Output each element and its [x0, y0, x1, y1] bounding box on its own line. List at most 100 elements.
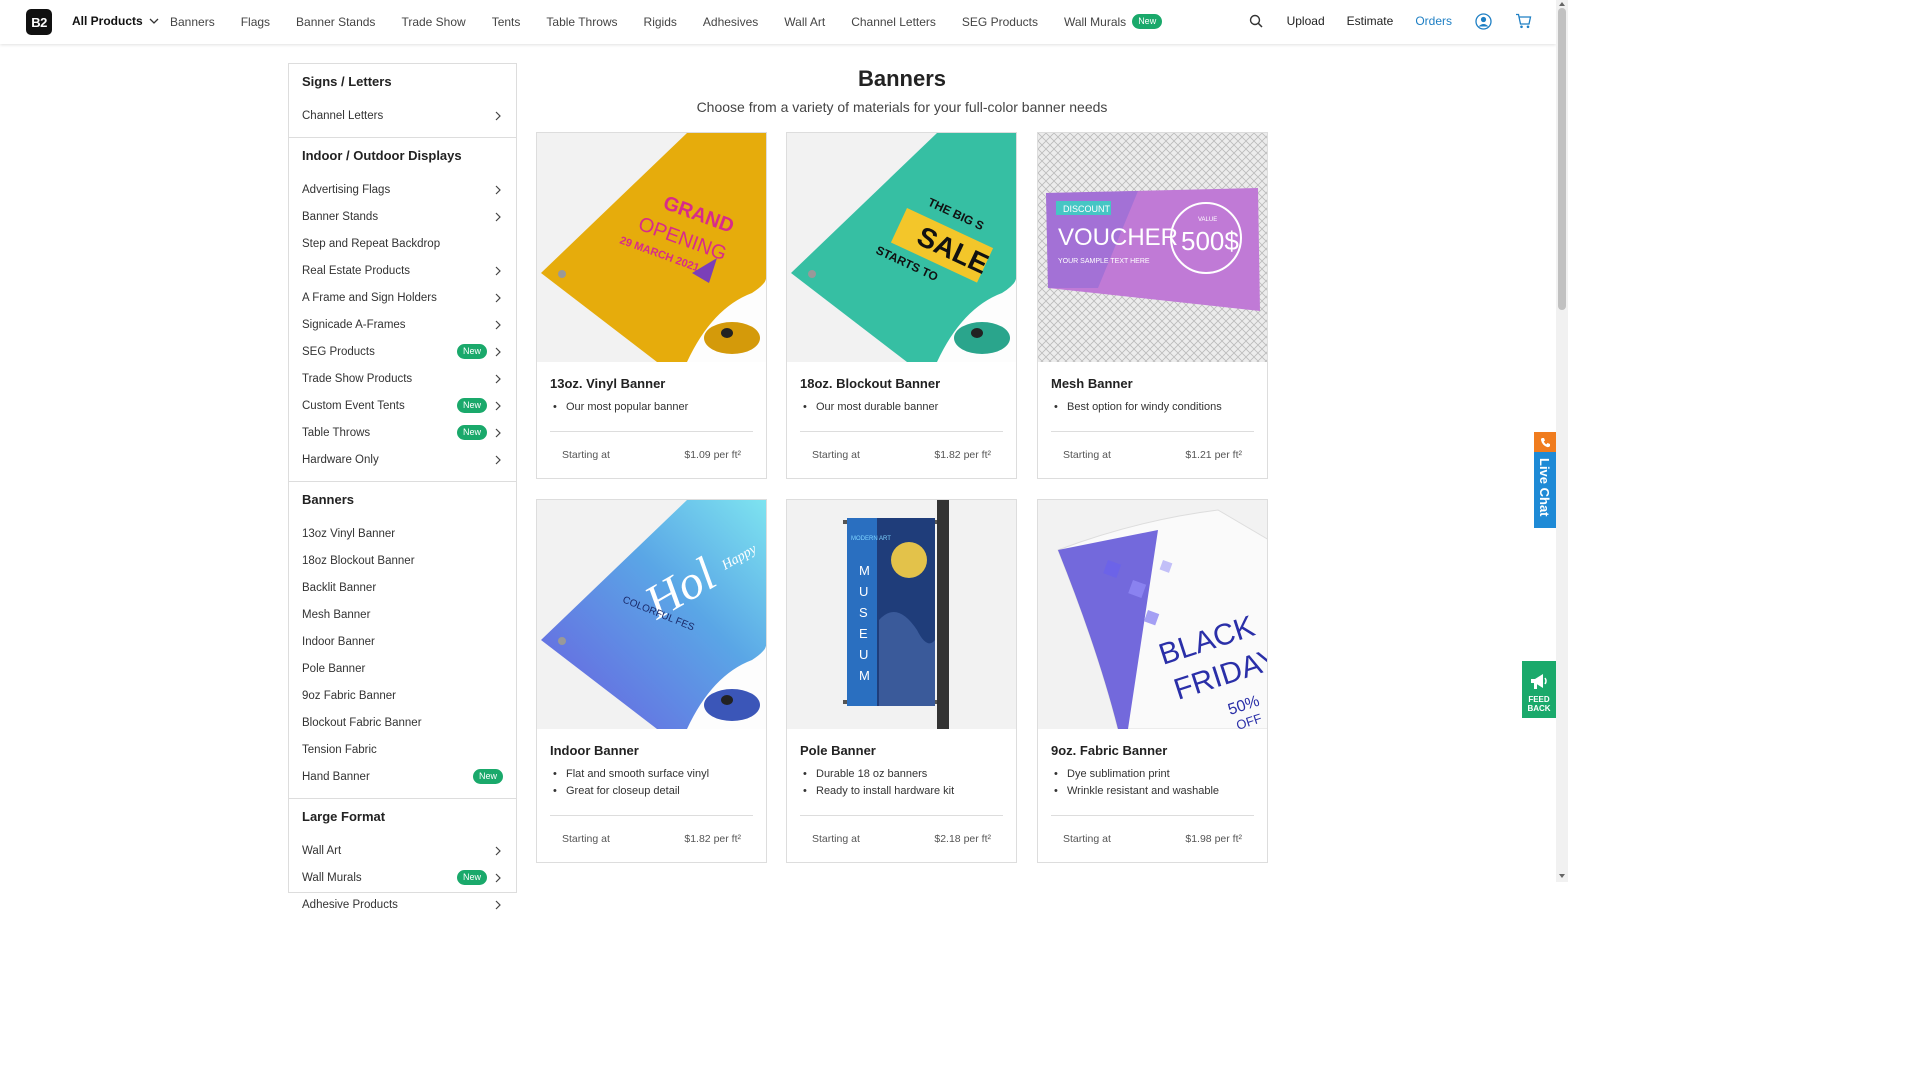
sidebar-item-blockout-fabric[interactable]: Blockout Fabric Banner [302, 709, 503, 736]
nav-link-banners[interactable]: Banners [170, 14, 215, 29]
scroll-down-arrow-icon[interactable] [1558, 872, 1566, 880]
nav-link-table-throws[interactable]: Table Throws [546, 14, 617, 29]
nav-link-tents[interactable]: Tents [492, 14, 521, 29]
feedback-label-1: FEED [1528, 695, 1550, 704]
megaphone-icon [1531, 674, 1547, 689]
phone-icon [1534, 432, 1556, 452]
sidebar-item-channel-letters[interactable]: Channel Letters [302, 102, 503, 129]
sidebar-item-signicade[interactable]: Signicade A-Frames [302, 311, 503, 338]
product-title[interactable]: Pole Banner [800, 743, 1003, 758]
nav-link-wall-art[interactable]: Wall Art [784, 14, 825, 29]
price-value: $1.82 per ft² [684, 833, 741, 845]
new-badge: New [1132, 14, 1163, 29]
sidebar-item-event-tents[interactable]: Custom Event Tents New [302, 392, 503, 419]
new-badge: New [456, 398, 487, 413]
sidebar-item-18oz-blockout[interactable]: 18oz Blockout Banner [302, 547, 503, 574]
product-card-pole-banner[interactable]: MODERN ART M U S E U M Pole Banner Durab… [786, 499, 1017, 863]
sidebar-item-tension-fabric[interactable]: Tension Fabric [302, 736, 503, 763]
nav-link-adhesives[interactable]: Adhesives [703, 14, 758, 29]
chevron-down-icon [149, 18, 159, 24]
sidebar-item-trade-show[interactable]: Trade Show Products [302, 365, 503, 392]
feature-item: Wrinkle resistant and washable [1051, 785, 1254, 802]
product-image: MODERN ART M U S E U M [787, 500, 1016, 729]
page-title: Banners [857, 66, 947, 91]
sidebar-item-hardware-only[interactable]: Hardware Only [302, 446, 503, 473]
product-card-indoor-banner[interactable]: Happy Hol COLORFUL FES Indoor Banner Fla… [536, 499, 767, 863]
price-value: $1.09 per ft² [684, 449, 741, 461]
nav-link-wall-murals[interactable]: Wall Murals New [1064, 14, 1163, 29]
category-sidebar: Signs / Letters Channel Letters Indoor /… [288, 63, 517, 911]
starting-at-label: Starting at [1063, 833, 1111, 845]
sidebar-item-table-throws[interactable]: Table Throws New [302, 419, 503, 446]
product-card-blockout-banner[interactable]: THE BIG S SALE STARTS TO 18oz. Blockout … [786, 132, 1017, 479]
product-title[interactable]: 18oz. Blockout Banner [800, 376, 1003, 391]
account-icon[interactable] [1474, 12, 1492, 30]
price-value: $1.98 per ft² [1185, 833, 1242, 845]
feedback-button[interactable]: FEED BACK [1522, 661, 1556, 718]
sidebar-item-step-and-repeat[interactable]: Step and Repeat Backdrop [302, 230, 503, 257]
svg-text:DISCOUNT: DISCOUNT [1063, 204, 1111, 214]
sidebar-item-a-frame[interactable]: A Frame and Sign Holders [302, 284, 503, 311]
scroll-up-arrow-icon[interactable] [1558, 0, 1566, 8]
product-image: THE BIG S SALE STARTS TO [787, 133, 1016, 362]
sidebar-section-signs-letters: Signs / Letters Channel Letters [289, 64, 516, 138]
page-subtitle: Choose from a variety of materials for y… [696, 99, 1108, 115]
product-title[interactable]: Indoor Banner [550, 743, 753, 758]
page-scrollbar[interactable] [1556, 0, 1568, 882]
product-image: DISCOUNT VOUCHER YOUR SAMPLE TEXT HERE V… [1038, 133, 1267, 362]
starting-at-label: Starting at [562, 449, 610, 461]
search-icon[interactable] [1247, 12, 1265, 30]
svg-text:VOUCHER: VOUCHER [1058, 224, 1178, 251]
cart-icon[interactable] [1514, 12, 1532, 30]
all-products-menu[interactable]: All Products [72, 14, 159, 28]
sidebar-item-wall-murals[interactable]: Wall Murals New [302, 864, 503, 891]
new-badge: New [456, 425, 487, 440]
product-card-fabric-banner[interactable]: BLACK FRIDAY 50% OFF 9oz. Fabric Banner … [1037, 499, 1268, 863]
logo[interactable]: B2 [26, 9, 52, 35]
sidebar-item-adhesive-products[interactable]: Adhesive Products [302, 891, 503, 918]
sidebar-item-real-estate[interactable]: Real Estate Products [302, 257, 503, 284]
sidebar-heading: Banners [302, 492, 355, 507]
product-title[interactable]: 13oz. Vinyl Banner [550, 376, 753, 391]
nav-link-seg-products[interactable]: SEG Products [962, 14, 1038, 29]
sidebar-item-mesh[interactable]: Mesh Banner [302, 601, 503, 628]
nav-link-flags[interactable]: Flags [241, 14, 270, 29]
sidebar-item-wall-art[interactable]: Wall Art [302, 837, 503, 864]
chevron-right-icon [495, 900, 501, 909]
feature-item: Our most durable banner [800, 401, 1003, 418]
price-row: Starting at $1.21 per ft² [1051, 431, 1254, 478]
top-navigation: B2 All Products Banners Flags Banner Sta… [0, 0, 1556, 44]
sidebar-item-13oz-vinyl[interactable]: 13oz Vinyl Banner [302, 520, 503, 547]
nav-link-banner-stands[interactable]: Banner Stands [296, 14, 375, 29]
svg-text:M: M [859, 668, 870, 683]
sidebar-item-backlit[interactable]: Backlit Banner [302, 574, 503, 601]
nav-link-trade-show[interactable]: Trade Show [401, 14, 465, 29]
new-badge: New [456, 344, 487, 359]
sidebar-item-indoor[interactable]: Indoor Banner [302, 628, 503, 655]
estimate-link[interactable]: Estimate [1347, 14, 1394, 28]
sidebar-item-seg-products[interactable]: SEG Products New [302, 338, 503, 365]
sidebar-item-9oz-fabric[interactable]: 9oz Fabric Banner [302, 682, 503, 709]
new-badge: New [472, 769, 503, 784]
product-card-vinyl-banner[interactable]: GRAND OPENING 29 MARCH 2021 13oz. Vinyl … [536, 132, 767, 479]
sidebar-item-hand-banner[interactable]: Hand Banner New [302, 763, 503, 790]
chevron-right-icon [495, 428, 501, 437]
scroll-thumb[interactable] [1558, 8, 1566, 310]
product-title[interactable]: 9oz. Fabric Banner [1051, 743, 1254, 758]
nav-link-rigids[interactable]: Rigids [644, 14, 677, 29]
live-chat-widget[interactable]: Live Chat [1534, 432, 1556, 528]
product-title[interactable]: Mesh Banner [1051, 376, 1254, 391]
product-image: GRAND OPENING 29 MARCH 2021 [537, 133, 766, 362]
sidebar-item-pole[interactable]: Pole Banner [302, 655, 503, 682]
sidebar-item-banner-stands[interactable]: Banner Stands [302, 203, 503, 230]
all-products-label: All Products [72, 14, 143, 28]
nav-link-channel-letters[interactable]: Channel Letters [851, 14, 936, 29]
sidebar-item-advertising-flags[interactable]: Advertising Flags [302, 176, 503, 203]
product-image: Happy Hol COLORFUL FES [537, 500, 766, 729]
feature-item: Flat and smooth surface vinyl [550, 768, 753, 785]
product-card-mesh-banner[interactable]: DISCOUNT VOUCHER YOUR SAMPLE TEXT HERE V… [1037, 132, 1268, 479]
upload-link[interactable]: Upload [1287, 14, 1325, 28]
starting-at-label: Starting at [812, 833, 860, 845]
orders-link[interactable]: Orders [1415, 14, 1452, 28]
chevron-right-icon [495, 455, 501, 464]
